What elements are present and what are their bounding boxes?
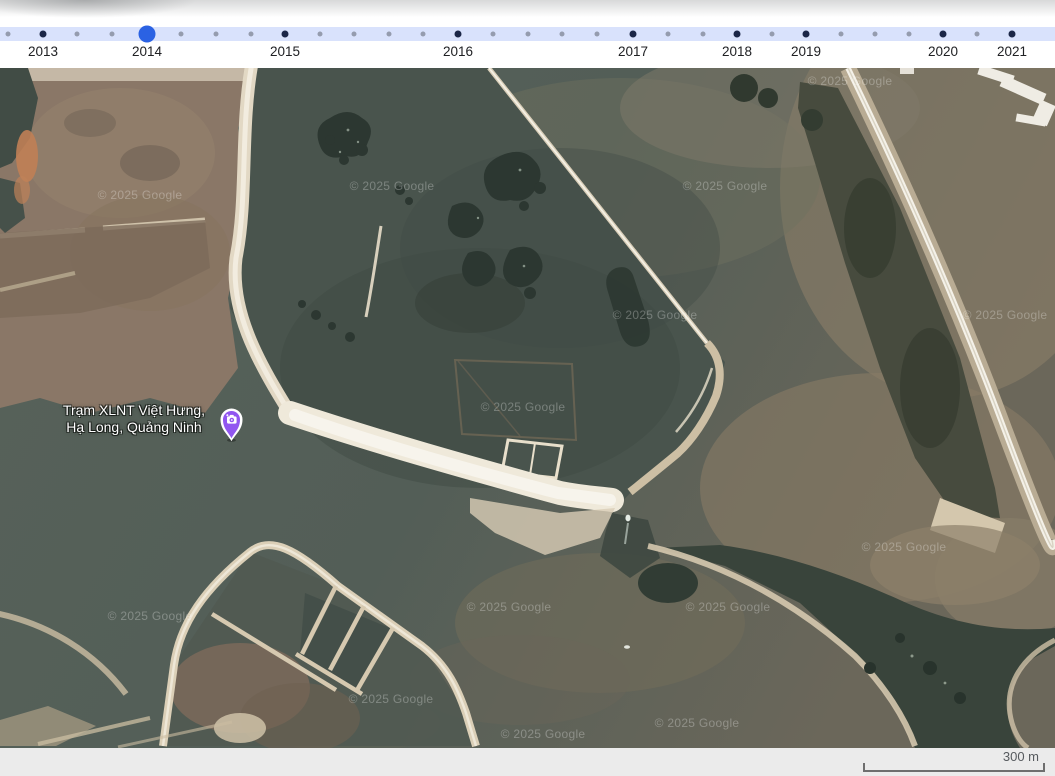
timeline-dot[interactable] <box>770 32 775 37</box>
imagery-timeline: 2013 2014 2015 2016 2017 2018 2019 2020 2021 <box>0 0 1055 68</box>
timeline-year-label: 2016 <box>443 44 473 59</box>
timeline-dot-2013[interactable] <box>40 31 47 38</box>
timeline-year-label: 2020 <box>928 44 958 59</box>
timeline-dot-2019[interactable] <box>803 31 810 38</box>
timeline-dot[interactable] <box>318 32 323 37</box>
timeline-dot[interactable] <box>526 32 531 37</box>
timeline-year-label: 2015 <box>270 44 300 59</box>
timeline-dot[interactable] <box>421 32 426 37</box>
timeline-dot[interactable] <box>975 32 980 37</box>
timeline-dot-2021[interactable] <box>1009 31 1016 38</box>
west-mudflat <box>0 68 260 413</box>
timeline-dot[interactable] <box>491 32 496 37</box>
scale-bar <box>863 763 1045 772</box>
timeline-dot[interactable] <box>110 32 115 37</box>
timeline-dot-2020[interactable] <box>940 31 947 38</box>
historical-imagery-view: 2013 2014 2015 2016 2017 2018 2019 2020 2021 <box>0 0 1055 776</box>
timeline-dot[interactable] <box>6 32 11 37</box>
timeline-dot[interactable] <box>595 32 600 37</box>
timeline-year-label: 2017 <box>618 44 648 59</box>
timeline-dot[interactable] <box>387 32 392 37</box>
timeline-dot[interactable] <box>701 32 706 37</box>
satellite-imagery <box>0 68 1055 748</box>
timeline-dot-2015[interactable] <box>282 31 289 38</box>
timeline-year-label: 2018 <box>722 44 752 59</box>
timeline-dot[interactable] <box>560 32 565 37</box>
timeline-dot[interactable] <box>179 32 184 37</box>
timeline-dot[interactable] <box>907 32 912 37</box>
timeline-dot-2017[interactable] <box>630 31 637 38</box>
timeline-dot[interactable] <box>214 32 219 37</box>
place-marker-pin[interactable] <box>218 406 245 442</box>
timeline-dot[interactable] <box>352 32 357 37</box>
camera-poi-icon <box>218 406 245 442</box>
timeline-dot[interactable] <box>75 32 80 37</box>
map-footer: 300 m <box>0 748 1055 776</box>
timeline-dot[interactable] <box>873 32 878 37</box>
top-scroll-shadow <box>0 0 1055 22</box>
timeline-year-label: 2014 <box>132 44 162 59</box>
timeline-year-label: 2021 <box>997 44 1027 59</box>
timeline-dot-2016[interactable] <box>455 31 462 38</box>
scale-label: 300 m <box>1003 749 1039 764</box>
satellite-map-canvas[interactable]: © 2025 Google© 2025 Google© 2025 Google©… <box>0 68 1055 748</box>
timeline-dot-2018[interactable] <box>734 31 741 38</box>
timeline-dot-2014[interactable] <box>139 26 156 43</box>
timeline-year-label: 2013 <box>28 44 58 59</box>
timeline-dot[interactable] <box>839 32 844 37</box>
timeline-dot[interactable] <box>666 32 671 37</box>
timeline-year-label: 2019 <box>791 44 821 59</box>
timeline-dot[interactable] <box>249 32 254 37</box>
